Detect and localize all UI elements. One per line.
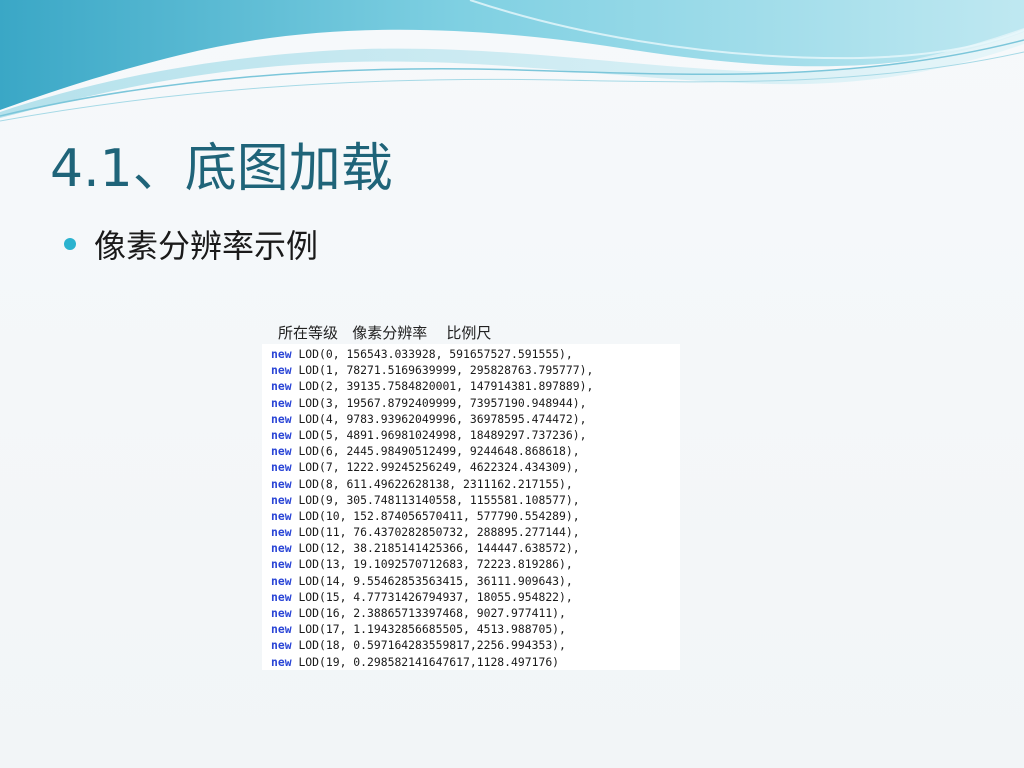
- code-keyword: new: [271, 460, 292, 475]
- code-text: LOD(10, 152.874056570411, 577790.554289)…: [298, 508, 580, 523]
- code-text: LOD(8, 611.49622628138, 2311162.217155),: [298, 476, 573, 491]
- code-line: new LOD(16, 2.38865713397468, 9027.97741…: [262, 605, 680, 621]
- code-keyword: new: [271, 622, 292, 637]
- code-keyword: new: [271, 379, 292, 394]
- code-line: new LOD(14, 9.55462853563415, 36111.9096…: [262, 573, 680, 589]
- code-line: new LOD(7, 1222.99245256249, 4622324.434…: [262, 459, 680, 475]
- code-text: LOD(4, 9783.93962049996, 36978595.474472…: [298, 411, 587, 426]
- code-text: LOD(18, 0.597164283559817,2256.994353),: [298, 638, 566, 653]
- code-line: new LOD(2, 39135.7584820001, 147914381.8…: [262, 378, 680, 394]
- code-line: new LOD(8, 611.49622628138, 2311162.2171…: [262, 476, 680, 492]
- table-caption: 所在等级 像素分辨率 比例尺: [278, 324, 492, 342]
- code-text: LOD(9, 305.748113140558, 1155581.108577)…: [298, 492, 580, 507]
- code-text: LOD(13, 19.1092570712683, 72223.819286),: [298, 557, 573, 572]
- code-line: new LOD(13, 19.1092570712683, 72223.8192…: [262, 556, 680, 572]
- code-keyword: new: [271, 492, 292, 507]
- code-text: LOD(16, 2.38865713397468, 9027.977411),: [298, 606, 566, 620]
- code-keyword: new: [271, 476, 292, 491]
- code-keyword: new: [271, 638, 292, 653]
- code-line: new LOD(19, 0.298582141647617,1128.49717…: [262, 654, 680, 670]
- code-keyword: new: [271, 573, 292, 588]
- code-keyword: new: [271, 444, 292, 459]
- code-text: LOD(17, 1.19432856685505, 4513.988705),: [298, 622, 566, 637]
- code-line: new LOD(10, 152.874056570411, 577790.554…: [262, 508, 680, 524]
- code-line: new LOD(5, 4891.96981024998, 18489297.73…: [262, 427, 680, 443]
- code-line: new LOD(4, 9783.93962049996, 36978595.47…: [262, 411, 680, 427]
- code-line: new LOD(18, 0.597164283559817,2256.99435…: [262, 637, 680, 653]
- code-keyword: new: [271, 508, 292, 523]
- code-keyword: new: [271, 395, 292, 410]
- code-line: new LOD(1, 78271.5169639999, 295828763.7…: [262, 362, 680, 378]
- bullet-text: 像素分辨率示例: [94, 227, 319, 265]
- code-keyword: new: [271, 589, 292, 604]
- code-text: LOD(14, 9.55462853563415, 36111.909643),: [298, 573, 573, 588]
- header-wave-decoration: [0, 0, 1024, 122]
- code-line: new LOD(0, 156543.033928, 591657527.5915…: [262, 346, 680, 362]
- bullet-item: 像素分辨率示例: [64, 222, 318, 266]
- code-text: LOD(2, 39135.7584820001, 147914381.89788…: [298, 379, 594, 394]
- code-text: LOD(12, 38.2185141425366, 144447.638572)…: [298, 541, 580, 556]
- slide: 4.1、底图加载 像素分辨率示例 所在等级 像素分辨率 比例尺 new LOD(…: [0, 0, 1024, 768]
- code-text: LOD(7, 1222.99245256249, 4622324.434309)…: [298, 460, 580, 475]
- code-line: new LOD(15, 4.77731426794937, 18055.9548…: [262, 589, 680, 605]
- code-line: new LOD(6, 2445.98490512499, 9244648.868…: [262, 443, 680, 459]
- code-keyword: new: [271, 411, 292, 426]
- code-keyword: new: [271, 363, 292, 378]
- code-line: new LOD(17, 1.19432856685505, 4513.98870…: [262, 621, 680, 637]
- code-keyword: new: [271, 654, 292, 669]
- code-lines: new LOD(0, 156543.033928, 591657527.5915…: [262, 346, 680, 670]
- code-text: LOD(6, 2445.98490512499, 9244648.868618)…: [298, 444, 580, 459]
- code-line: new LOD(9, 305.748113140558, 1155581.108…: [262, 492, 680, 508]
- code-text: LOD(19, 0.298582141647617,1128.497176): [298, 654, 560, 669]
- code-keyword: new: [271, 347, 292, 361]
- code-keyword: new: [271, 427, 292, 442]
- code-keyword: new: [271, 541, 292, 556]
- code-text: LOD(0, 156543.033928, 591657527.591555),: [298, 347, 573, 361]
- code-keyword: new: [271, 606, 292, 620]
- slide-title: 4.1、底图加载: [50, 139, 393, 199]
- code-text: LOD(3, 19567.8792409999, 73957190.948944…: [298, 395, 587, 410]
- code-line: new LOD(3, 19567.8792409999, 73957190.94…: [262, 395, 680, 411]
- code-screenshot: new LOD(0, 156543.033928, 591657527.5915…: [262, 344, 680, 670]
- code-line: new LOD(12, 38.2185141425366, 144447.638…: [262, 540, 680, 556]
- code-text: LOD(15, 4.77731426794937, 18055.954822),: [298, 589, 573, 604]
- code-keyword: new: [271, 557, 292, 572]
- bullet-dot-icon: [64, 238, 76, 250]
- code-keyword: new: [271, 525, 292, 540]
- code-text: LOD(11, 76.4370282850732, 288895.277144)…: [298, 525, 580, 540]
- code-text: LOD(5, 4891.96981024998, 18489297.737236…: [298, 427, 587, 442]
- code-text: LOD(1, 78271.5169639999, 295828763.79577…: [298, 363, 594, 378]
- code-line: new LOD(11, 76.4370282850732, 288895.277…: [262, 524, 680, 540]
